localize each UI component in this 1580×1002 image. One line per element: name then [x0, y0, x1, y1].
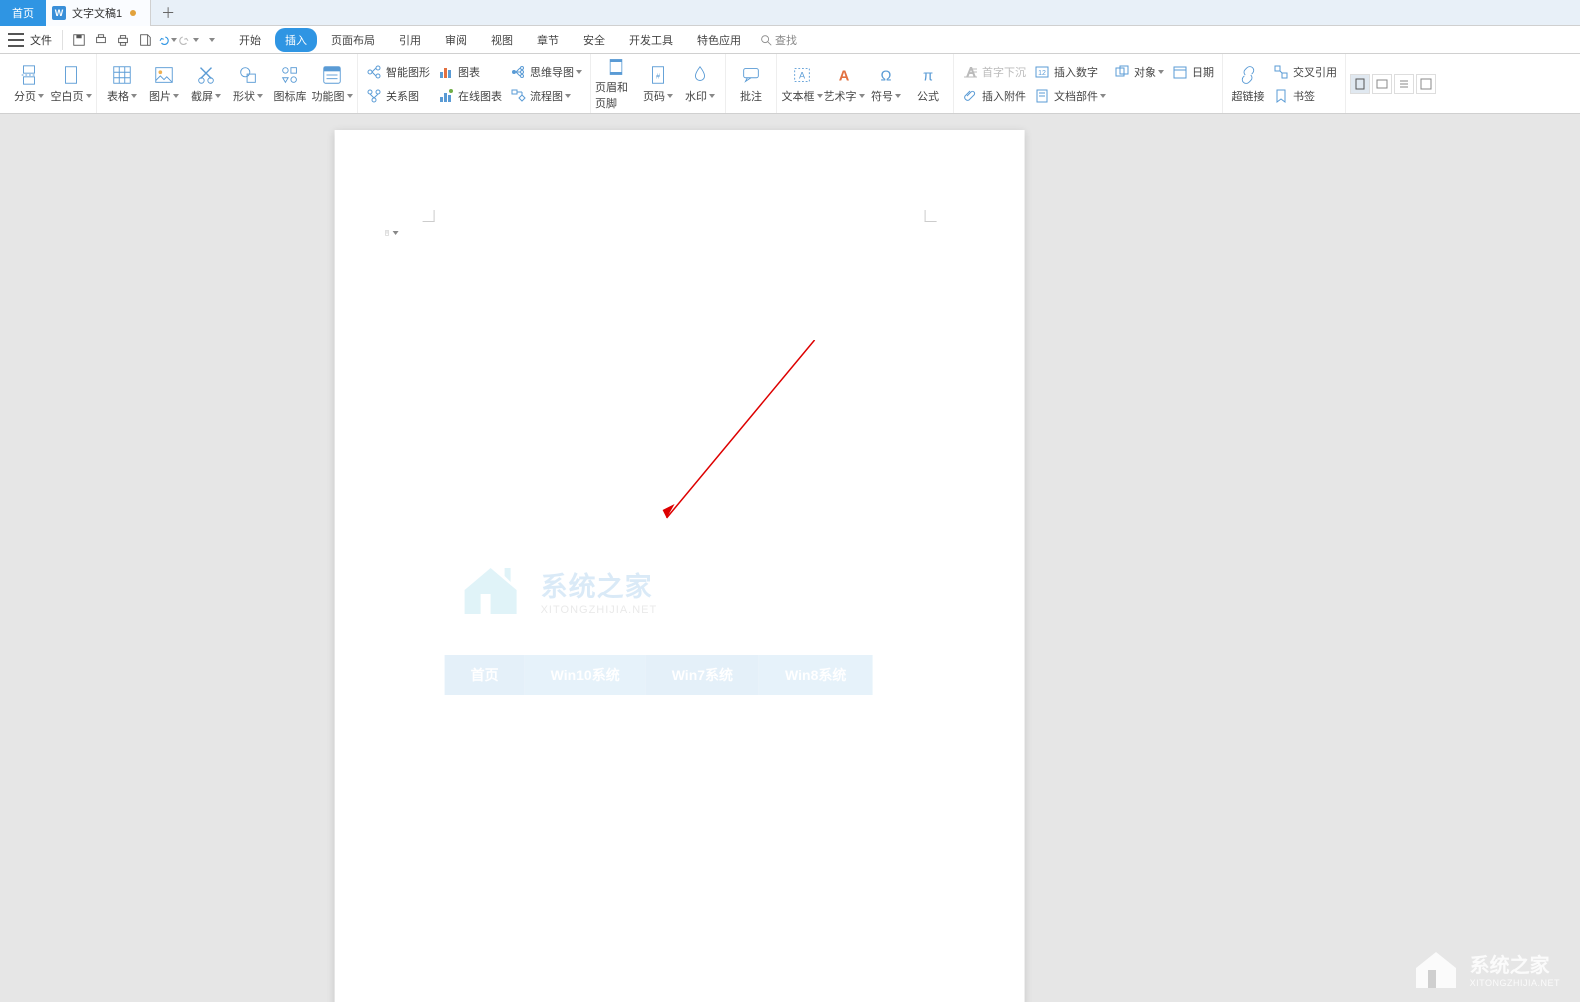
svg-text:#: #: [656, 71, 661, 80]
tab-add-button[interactable]: ＋: [151, 0, 185, 26]
dropcap-button: A首字下沉: [958, 61, 1030, 83]
search-icon: [759, 33, 773, 47]
ribbon-tab-chapter[interactable]: 章节: [527, 28, 569, 52]
house-icon: [455, 560, 527, 620]
page-break-button[interactable]: 分页: [8, 57, 50, 111]
word-doc-icon: W: [52, 6, 66, 20]
export-pdf-button[interactable]: [135, 30, 155, 50]
file-menu[interactable]: 文件: [30, 32, 52, 48]
annotation-arrow-icon: [655, 340, 825, 530]
view-mode-web-button[interactable]: [1372, 74, 1392, 94]
title-tab-bar: 首页 W 文字文稿1 ＋: [0, 0, 1580, 26]
menu-bar: 文件 开始 插入 页面布局 引用 审阅 视图 章节 安全 开发工具 特色应用 查…: [0, 26, 1580, 54]
function-chart-button[interactable]: 功能图: [311, 57, 353, 111]
chart-button[interactable]: 图表: [434, 61, 506, 83]
corner-brand-en: XITONGZHIJIA.NET: [1470, 978, 1560, 988]
mindmap-button[interactable]: 思维导图: [506, 61, 586, 83]
house-icon: [1410, 946, 1462, 990]
print-preview-button[interactable]: [91, 30, 111, 50]
ribbon-tab-review[interactable]: 审阅: [435, 28, 477, 52]
hamburger-icon[interactable]: [8, 33, 24, 47]
watermark-nav-item: 首页: [445, 655, 525, 695]
ribbon-tab-view[interactable]: 视图: [481, 28, 523, 52]
qat-customize-button[interactable]: [201, 30, 221, 50]
view-mode-outline-button[interactable]: [1394, 74, 1414, 94]
doc-parts-button[interactable]: 文档部件: [1030, 85, 1110, 107]
textbox-button[interactable]: A 文本框: [781, 57, 823, 111]
insert-number-button[interactable]: 12插入数字: [1030, 61, 1110, 83]
online-chart-button[interactable]: 在线图表: [434, 85, 506, 107]
symbol-button[interactable]: Ω 符号: [865, 57, 907, 111]
unsaved-indicator-icon: [130, 10, 136, 16]
ribbon-tab-reference[interactable]: 引用: [389, 28, 431, 52]
tab-document-title: 文字文稿1: [72, 5, 122, 21]
picture-button[interactable]: 图片: [143, 57, 185, 111]
svg-text:12: 12: [1038, 70, 1046, 77]
watermark-nav-item: Win7系统: [646, 655, 759, 695]
document-area[interactable]: 系统之家 XITONGZHIJIA.NET 首页 Win10系统 Win7系统 …: [0, 114, 1580, 1002]
blank-page-button[interactable]: 空白页: [50, 57, 92, 111]
document-page[interactable]: 系统之家 XITONGZHIJIA.NET 首页 Win10系统 Win7系统 …: [335, 130, 1025, 1002]
quick-access-toolbar: [62, 30, 221, 50]
redo-button[interactable]: [179, 30, 199, 50]
ribbon-tab-devtools[interactable]: 开发工具: [619, 28, 683, 52]
smartart-button[interactable]: 智能图形: [362, 61, 434, 83]
tab-document[interactable]: W 文字文稿1: [46, 0, 151, 26]
svg-text:Ω: Ω: [881, 68, 892, 84]
view-mode-page-button[interactable]: [1350, 74, 1370, 94]
shape-button[interactable]: 形状: [227, 57, 269, 111]
equation-button[interactable]: π 公式: [907, 57, 949, 111]
screenshot-button[interactable]: 截屏: [185, 57, 227, 111]
tab-home[interactable]: 首页: [0, 0, 46, 26]
bookmark-button[interactable]: 书签: [1269, 85, 1341, 107]
svg-text:A: A: [799, 70, 806, 80]
watermark-brand-en: XITONGZHIJIA.NET: [541, 604, 658, 616]
watermark-logo: 系统之家 XITONGZHIJIA.NET: [455, 560, 658, 620]
watermark-nav-item: Win10系统: [525, 655, 646, 695]
date-button[interactable]: 日期: [1168, 61, 1218, 83]
wordart-button[interactable]: A 艺术字: [823, 57, 865, 111]
object-button[interactable]: 对象: [1110, 61, 1168, 83]
ribbon-tab-insert[interactable]: 插入: [275, 28, 317, 52]
print-button[interactable]: [113, 30, 133, 50]
margin-corner-tl-icon: [423, 210, 435, 222]
chevron-down-icon: [171, 38, 177, 42]
search-button[interactable]: 查找: [759, 32, 797, 48]
svg-text:π: π: [923, 68, 933, 84]
relation-chart-button[interactable]: 关系图: [362, 85, 434, 107]
view-mode-fullscreen-button[interactable]: [1416, 74, 1436, 94]
flowchart-button[interactable]: 流程图: [506, 85, 586, 107]
margin-corner-tr-icon: [925, 210, 937, 222]
ribbon-tabs: 开始 插入 页面布局 引用 审阅 视图 章节 安全 开发工具 特色应用: [229, 28, 751, 52]
icon-library-button[interactable]: 图标库: [269, 57, 311, 111]
comment-button[interactable]: 批注: [730, 57, 772, 111]
paragraph-options-icon[interactable]: [385, 226, 399, 240]
table-button[interactable]: 表格: [101, 57, 143, 111]
ribbon-tab-security[interactable]: 安全: [573, 28, 615, 52]
undo-button[interactable]: [157, 30, 177, 50]
svg-text:A: A: [839, 68, 850, 84]
ribbon-tab-pagelayout[interactable]: 页面布局: [321, 28, 385, 52]
save-button[interactable]: [69, 30, 89, 50]
ribbon-tab-special[interactable]: 特色应用: [687, 28, 751, 52]
corner-brand-cn: 系统之家: [1470, 949, 1560, 978]
watermark-nav-item: Win8系统: [759, 655, 872, 695]
ribbon-insert: 分页 空白页 表格 图片 截屏 形状 图标库 功能图 智能图形 关系图: [0, 54, 1580, 114]
header-footer-button[interactable]: 页眉和页脚: [595, 57, 637, 111]
insert-attachment-button[interactable]: 插入附件: [958, 85, 1030, 107]
page-number-button[interactable]: # 页码: [637, 57, 679, 111]
hyperlink-button[interactable]: 超链接: [1227, 57, 1269, 111]
crossref-button[interactable]: 交叉引用: [1269, 61, 1341, 83]
corner-watermark-logo: 系统之家 XITONGZHIJIA.NET: [1410, 946, 1560, 990]
ribbon-tab-start[interactable]: 开始: [229, 28, 271, 52]
watermark-button[interactable]: 水印: [679, 57, 721, 111]
watermark-nav: 首页 Win10系统 Win7系统 Win8系统: [445, 655, 873, 695]
watermark-brand-cn: 系统之家: [541, 565, 658, 604]
